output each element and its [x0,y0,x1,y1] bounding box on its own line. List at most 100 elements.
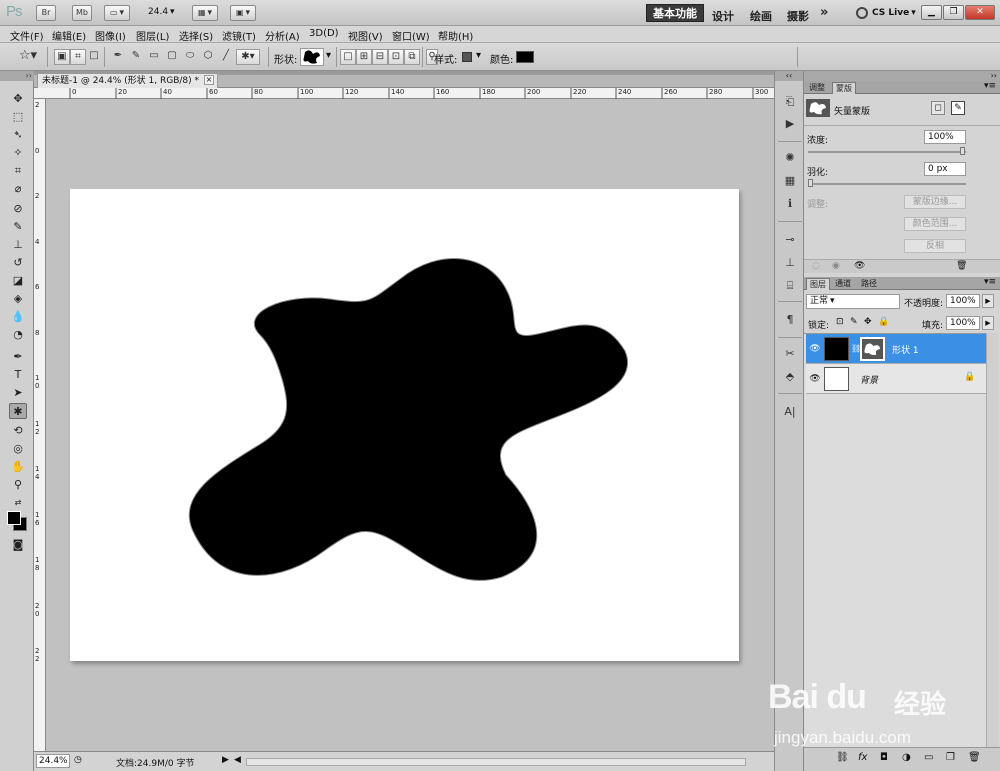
eraser-tool-icon[interactable]: ◪ [9,273,27,289]
density-input[interactable]: 100% [924,130,966,144]
document-canvas[interactable] [70,189,739,661]
splat-shape[interactable] [70,189,739,661]
3d-rotate-tool-icon[interactable]: ⟲ [9,423,27,439]
feather-slider[interactable] [808,183,966,185]
minimize-icon[interactable]: ▁ [921,5,942,20]
clone-stamp-tool-icon[interactable]: ⊥ [9,237,27,253]
freeform-pen-icon[interactable]: ✎ [128,49,144,65]
shape-picker[interactable] [300,48,324,66]
pixel-mask-icon[interactable]: ◻ [931,101,945,115]
opacity-slider-arrow-icon[interactable]: ▶ [982,294,994,308]
menu-select[interactable]: 选择(S) [179,28,213,43]
vector-mask-icon[interactable]: ✎ [951,101,965,115]
status-menu-arrow-icon[interactable]: ▶ [222,755,229,765]
tab-layers[interactable]: 图层 [806,278,830,290]
delete-layer-icon[interactable]: 🗑 [968,752,981,763]
panel-menu-icon[interactable]: ▾≡ [984,81,996,91]
style-picker-arrow-icon[interactable]: ▾ [476,50,481,61]
cs-live-icon[interactable] [856,7,868,19]
info-icon[interactable]: ℹ [782,197,798,211]
line-icon[interactable]: ╱ [218,49,234,65]
arrange-documents-icon[interactable]: ▦ [192,5,218,21]
history-brush-tool-icon[interactable]: ↺ [9,255,27,271]
delete-mask-icon[interactable]: 🗑 [956,261,967,271]
layer-row-shape[interactable]: 👁 ⛓ 形状 1 [806,334,986,364]
blur-tool-icon[interactable]: 💧 [9,309,27,325]
lock-transparent-icon[interactable]: ⊡ [836,317,844,327]
menu-file[interactable]: 文件(F) [10,28,44,43]
swatches-icon[interactable]: ▦ [782,174,798,188]
3d-orbit-tool-icon[interactable]: ◎ [9,441,27,457]
subtract-shape-icon[interactable]: ⊟ [372,49,388,65]
3d-layers-icon[interactable]: ⬘ [782,370,798,384]
polygon-icon[interactable]: ⬡ [200,49,216,65]
density-slider[interactable] [808,151,966,153]
brush-tool-icon[interactable]: ✎ [9,219,27,235]
mini-bridge-button[interactable]: Mb [72,5,92,21]
layer-fill-thumb[interactable] [824,337,849,361]
ellipse-icon[interactable]: ⬭ [182,49,198,65]
color-swatch[interactable] [516,51,534,63]
status-zoom-field[interactable]: 24.4% [36,754,70,768]
hand-tool-icon[interactable]: ✋ [9,459,27,475]
view-extras-icon[interactable]: ▭ [104,5,130,21]
menu-edit[interactable]: 编辑(E) [52,28,86,43]
dodge-tool-icon[interactable]: ◔ [9,327,27,343]
history-icon[interactable]: ⎗ [782,95,798,109]
bridge-button[interactable]: Br [36,5,56,21]
custom-shape-tool-icon[interactable]: ✱ [9,403,27,419]
shape-layers-icon[interactable]: ▣ [54,49,70,65]
new-shape-layer-icon[interactable]: □ [340,49,356,65]
menu-view[interactable]: 视图(V) [348,28,383,43]
workspace-essentials[interactable]: 基本功能 [646,4,704,22]
fill-input[interactable]: 100% [946,316,980,330]
lock-position-icon[interactable]: ✥ [864,317,872,327]
lock-pixels-icon[interactable]: ✎ [850,317,858,327]
3d-tools-icon[interactable]: ✂ [782,347,798,361]
document-tab[interactable]: 未标题-1 @ 24.4% (形状 1, RGB/8) * × [37,73,218,89]
workspace-painting[interactable]: 绘画 [750,8,772,24]
brush-presets-icon[interactable]: ⊸ [782,233,798,247]
quick-mask-icon[interactable]: ◙ [9,537,27,553]
layer-name[interactable]: 形状 1 [892,343,919,356]
view-mask-eye-icon[interactable]: 👁 [854,261,865,271]
intersect-shape-icon[interactable]: ⊡ [388,49,404,65]
layers-scrollbar[interactable] [986,333,998,747]
custom-shape-icon[interactable]: ✱▾ [236,49,260,65]
quick-selection-tool-icon[interactable]: ✧ [9,145,27,161]
pen-tool-icon[interactable]: ✒ [9,349,27,365]
apply-mask-icon[interactable]: ◉ [832,261,840,271]
paths-icon[interactable]: ⌗ [70,49,86,65]
move-tool-icon[interactable]: ✥ [9,91,27,107]
menu-analysis[interactable]: 分析(A) [265,28,300,43]
paint-bucket-tool-icon[interactable]: ◈ [9,291,27,307]
clone-source-icon[interactable]: ⊥ [782,256,798,270]
tab-channels[interactable]: 通道 [832,278,854,290]
horizontal-scrollbar[interactable] [246,758,746,766]
foreground-color-swatch[interactable] [7,511,21,525]
color-icon[interactable]: ✺ [782,151,798,165]
feather-slider-thumb[interactable] [808,179,813,187]
lock-all-icon[interactable]: 🔒 [878,317,889,327]
fill-pixels-icon[interactable]: □ [86,49,102,65]
character-icon[interactable]: A| [782,405,798,419]
collapse-toolbox-icon[interactable]: ›› [0,71,34,81]
exclude-shape-icon[interactable]: ⧉ [404,49,420,65]
close-tab-icon[interactable]: × [204,75,214,85]
workspace-design[interactable]: 设计 [712,8,734,24]
tool-presets-icon[interactable]: ⌸ [782,279,798,293]
layer-visibility-eye-icon[interactable]: 👁 [808,372,822,386]
zoom-level-dropdown[interactable]: 24.4 [148,7,175,17]
blend-mode-dropdown[interactable]: 正常 [806,294,900,309]
menu-help[interactable]: 帮助(H) [438,28,473,43]
workspace-photography[interactable]: 摄影 [787,8,809,24]
cs-live-menu[interactable]: CS Live [872,8,916,18]
menu-window[interactable]: 窗口(W) [392,28,430,43]
menu-filter[interactable]: 滤镜(T) [222,28,256,43]
canvas-workspace[interactable] [46,99,774,751]
paragraph-icon[interactable]: ¶ [782,313,798,327]
panel-menu-icon[interactable]: ▾≡ [984,277,996,287]
style-swatch[interactable] [462,52,472,62]
rounded-rectangle-icon[interactable]: ▢ [164,49,180,65]
eyedropper-tool-icon[interactable]: ⌀ [9,181,27,197]
